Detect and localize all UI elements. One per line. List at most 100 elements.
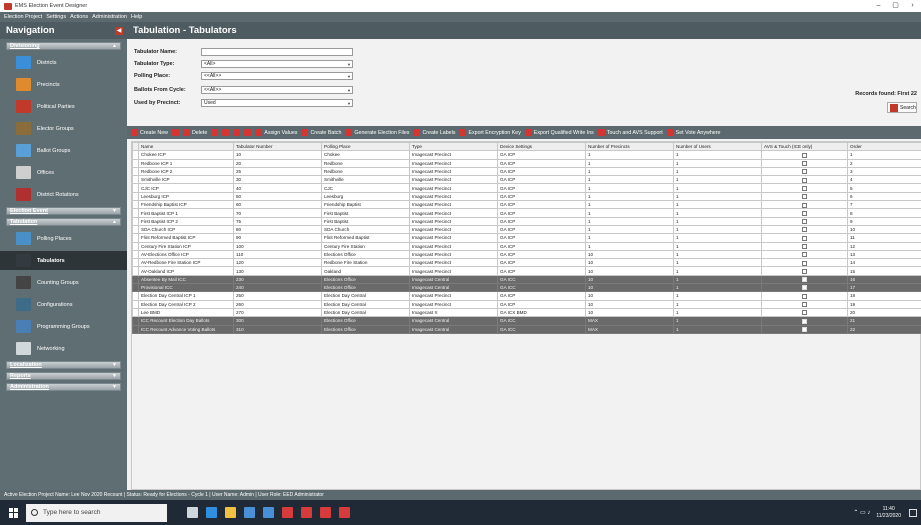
avs-touch-checkbox[interactable] [802,161,807,167]
avs-touch-checkbox[interactable] [802,326,807,332]
mail-icon[interactable] [263,507,274,518]
overflow-button[interactable]: › [904,0,921,12]
tray-icons[interactable]: ⌃ ▭ ♪ [853,509,870,516]
menu-settings[interactable]: Settings [46,14,66,20]
table-row[interactable]: CJC ICP 40 CJC Imagecast Precinct GA ICP 1 1 5 [132,183,921,193]
avs-touch-checkbox[interactable] [802,243,807,249]
column-header[interactable]: Device Settings [497,141,586,152]
nav-item-ballot-groups[interactable]: Ballot Groups [0,141,127,160]
avs-touch-checkbox[interactable] [802,318,807,324]
app3-icon[interactable] [320,507,331,518]
toolbar-delete-button[interactable]: Delete [182,129,207,136]
search-button[interactable]: Search [887,102,917,113]
avs-touch-checkbox[interactable] [802,177,807,183]
nav-item-networking[interactable]: Networking [0,339,127,358]
toolbar-export-encryption-key-button[interactable]: Export Encryption Key [459,129,521,136]
table-row[interactable]: Smithville ICP 30 Smithville Imagecast Prec… [132,175,921,185]
avs-touch-checkbox[interactable] [802,235,807,241]
menu-actions[interactable]: Actions [70,14,88,20]
tabulator-name-input[interactable] [201,47,353,56]
table-row[interactable]: AV-Elections Office ICP 110 Elections Offi… [132,249,921,260]
tabulator-type-select[interactable]: <All> ▼ [201,59,353,68]
nav-item-elector-groups[interactable]: Elector Groups [0,119,127,138]
nav-section-reports[interactable]: Reports ▼ [6,372,121,380]
nav-item-tabulators[interactable]: Tabulators [0,251,127,270]
toolbar-touch-avs-support-button[interactable]: Touch and AVS Support [597,129,663,136]
windows-start-icon[interactable] [9,507,19,518]
table-row[interactable]: Leesburg ICP 50 Leesburg Imagecast Precinct… [132,191,921,202]
table-row[interactable]: Lee BMD 270 Election Day Central Imagecast … [132,307,921,318]
taskbar-clock[interactable]: 11:40 11/23/2020 [876,506,901,520]
nav-section-tabulation[interactable]: Tabulation ▲ [6,218,121,226]
table-row[interactable]: First Baptist ICP 1 70 First Baptist Imagec… [132,208,921,218]
avs-touch-checkbox[interactable] [802,285,807,291]
menu-help[interactable]: Help [131,14,142,20]
file-explorer-icon[interactable] [225,507,236,518]
table-row[interactable]: Election Day Central ICP 1 250 Election Da… [132,291,921,301]
collapse-nav-icon[interactable]: ◀ [115,26,123,35]
toolbar-create-labels-button[interactable]: Create Labels [413,129,455,136]
nav-item-political-parties[interactable]: Political Parties [0,97,127,116]
app4-icon[interactable] [339,507,350,518]
table-row[interactable]: ICC Recount Election Day Ballots 300 Elect… [132,316,921,326]
ballots-from-cycle-select[interactable]: <<All>> ▼ [201,85,353,94]
avs-touch-checkbox[interactable] [802,302,807,308]
table-row[interactable]: Flint Reformed Baptist ICP 90 Flint Reform… [132,233,921,243]
polling-place-select[interactable]: <<All>> ▼ [201,71,353,80]
nav-item-district-rotations[interactable]: District Rotations [0,185,127,204]
avs-touch-checkbox[interactable] [802,169,807,175]
toolbar-create-new-button[interactable]: Create New [131,129,168,136]
nav-section-election-event[interactable]: Election Event ▼ [6,207,121,215]
nav-item-districts[interactable]: Districts [0,53,127,72]
avs-touch-checkbox[interactable] [802,227,807,233]
app2-icon[interactable] [301,507,312,518]
nav-item-offices[interactable]: Offices [0,163,127,182]
taskbar-search-box[interactable]: Type here to search [26,503,167,522]
avs-touch-checkbox[interactable] [802,293,807,299]
avs-touch-checkbox[interactable] [802,210,807,216]
table-row[interactable]: Chokee ICP 10 Chokee Imagecast Precinct GA I… [132,150,921,160]
nav-item-configurations[interactable]: Configurations [0,295,127,314]
column-header[interactable]: Tabulator Number [233,141,322,152]
column-header[interactable]: Type [409,141,498,152]
column-header[interactable]: AVS & Touch (ICE only) [761,141,848,152]
menu-election-project[interactable]: Election Project [4,14,42,20]
toolbar-sort-button[interactable] [233,129,241,136]
app1-icon[interactable] [282,507,293,518]
table-row[interactable]: Election Day Central ICP 2 260 Election Da… [132,299,921,309]
table-row[interactable]: SDA Church ICP 80 SDA Church Imagecast Prec… [132,224,921,235]
nav-item-precincts[interactable]: Precincts [0,75,127,94]
column-header[interactable]: Number of Users [673,141,762,152]
nav-section-administration[interactable]: Administration ▼ [6,383,121,391]
table-row[interactable]: Redbone ICP 2 25 Redbone Imagecast Precinct… [132,166,921,177]
table-row[interactable]: ICC Recount Advance Voting Ballots 310 Ele… [132,324,921,334]
toolbar-move-down-button[interactable] [222,129,230,136]
table-row[interactable]: Friendship Baptist ICP 60 Friendship Bapti… [132,200,921,210]
maximize-button[interactable]: ▢ [887,0,904,12]
avs-touch-checkbox[interactable] [802,310,807,316]
edge-icon[interactable] [206,507,217,518]
table-row[interactable]: First Baptist ICP 2 75 First Baptist Imagec… [132,216,921,226]
notifications-icon[interactable] [909,508,917,517]
toolbar-set-vote-anywhere-button[interactable]: Set Vote Anywhere [666,129,720,136]
table-row[interactable]: Provisional ICC 240 Elections Office Imagec… [132,283,921,293]
table-row[interactable]: Absentee By Mail ICC 230 Elections Office I… [132,274,921,285]
column-header[interactable]: Polling Place [321,141,410,152]
column-header[interactable]: Number of Precincts [585,141,674,152]
nav-item-programming-groups[interactable]: Programming Groups [0,317,127,336]
toolbar-save-button[interactable] [244,129,252,136]
table-row[interactable]: AV-Redbone Fire Station ICP 120 Redbone Fi… [132,258,921,268]
used-by-precinct-select[interactable]: Used ▼ [201,98,353,107]
avs-touch-checkbox[interactable] [802,219,807,225]
table-row[interactable]: Redbone ICP 1 20 Redbone Imagecast Precinct… [132,158,921,168]
table-row[interactable]: AV-Oakland ICP 130 Oakland Imagecast Precin… [132,266,921,276]
nav-section-localization[interactable]: Localization ▼ [6,361,121,369]
minimize-button[interactable]: – [870,0,887,12]
toolbar-create-batch-button[interactable]: Create Batch [301,129,341,136]
menu-administration[interactable]: Administration [92,14,127,20]
table-row[interactable]: Century Fire Station ICP 100 Century Fire … [132,241,921,251]
column-header[interactable]: Order [847,141,921,152]
toolbar-assign-values-button[interactable]: Assign Values [255,129,297,136]
task-view-icon[interactable] [187,507,198,518]
avs-touch-checkbox[interactable] [802,277,807,283]
